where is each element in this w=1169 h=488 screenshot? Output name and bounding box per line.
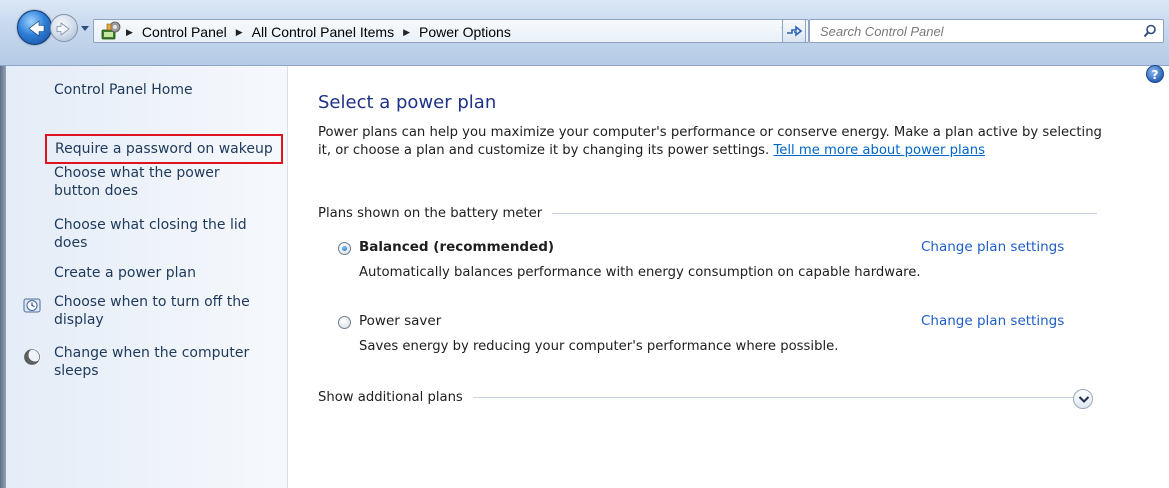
tell-me-more-link[interactable]: Tell me more about power plans (773, 143, 985, 158)
search-input[interactable] (810, 20, 1130, 42)
breadcrumb-separator-icon[interactable]: ▶ (236, 27, 243, 38)
divider (552, 213, 1097, 214)
back-arrow-icon (28, 20, 45, 37)
control-panel-icon (101, 21, 121, 40)
intro-text: Power plans can help you maximize your c… (318, 124, 1118, 160)
expand-additional-plans-button[interactable] (1073, 389, 1093, 409)
turn-off-display-link[interactable]: Choose when to turn off the display (54, 293, 274, 329)
control-panel-home-link[interactable]: Control Panel Home (54, 81, 193, 99)
require-password-link[interactable]: Require a password on wakeup (45, 134, 283, 164)
change-balanced-settings-link[interactable]: Change plan settings (921, 239, 1064, 255)
display-timer-icon (23, 298, 41, 313)
forward-button[interactable] (50, 14, 78, 42)
divider (472, 397, 1078, 398)
address-bar: ▶ Control Panel ▶ All Control Panel Item… (0, 0, 1169, 66)
refresh-button[interactable] (782, 19, 806, 43)
change-power-saver-settings-link[interactable]: Change plan settings (921, 313, 1064, 329)
show-additional-plans-label[interactable]: Show additional plans (318, 390, 463, 405)
sleep-moon-icon (24, 348, 41, 365)
task-pane: Control Panel Home Require a password on… (0, 66, 288, 488)
search-box[interactable] (809, 19, 1164, 43)
balanced-radio[interactable] (338, 242, 351, 255)
breadcrumb-control-panel[interactable]: Control Panel (142, 24, 227, 40)
recent-pages-dropdown-icon[interactable] (80, 23, 90, 33)
balanced-plan-name[interactable]: Balanced (recommended) (359, 239, 554, 255)
create-power-plan-link[interactable]: Create a power plan (54, 264, 196, 282)
balanced-plan-description: Automatically balances performance with … (359, 265, 921, 280)
breadcrumb-power-options[interactable]: Power Options (419, 24, 511, 40)
address-box[interactable]: ▶ Control Panel ▶ All Control Panel Item… (93, 19, 809, 43)
additional-plans-group: Show additional plans (318, 390, 1078, 405)
power-button-link[interactable]: Choose what the power button does (54, 164, 262, 200)
page-title: Select a power plan (318, 92, 497, 113)
breadcrumb-separator-icon[interactable]: ▶ (403, 27, 410, 38)
power-saver-plan-description: Saves energy by reducing your computer's… (359, 339, 839, 354)
chevron-down-icon (1078, 396, 1090, 403)
help-icon[interactable]: ? (1146, 65, 1164, 83)
refresh-icon (787, 25, 803, 37)
breadcrumb: ▶ Control Panel ▶ All Control Panel Item… (126, 23, 511, 41)
power-saver-radio[interactable] (338, 316, 351, 329)
power-saver-plan-name[interactable]: Power saver (359, 313, 441, 329)
breadcrumb-all-items[interactable]: All Control Panel Items (252, 24, 394, 40)
computer-sleeps-link[interactable]: Change when the computer sleeps (54, 344, 274, 380)
closing-lid-link[interactable]: Choose what closing the lid does (54, 216, 262, 252)
back-button[interactable] (17, 10, 52, 45)
forward-arrow-icon (56, 22, 70, 36)
breadcrumb-separator-icon[interactable]: ▶ (126, 27, 133, 38)
battery-meter-group: Plans shown on the battery meter (318, 206, 1097, 221)
group-label: Plans shown on the battery meter (318, 206, 543, 221)
search-icon[interactable] (1143, 24, 1157, 38)
